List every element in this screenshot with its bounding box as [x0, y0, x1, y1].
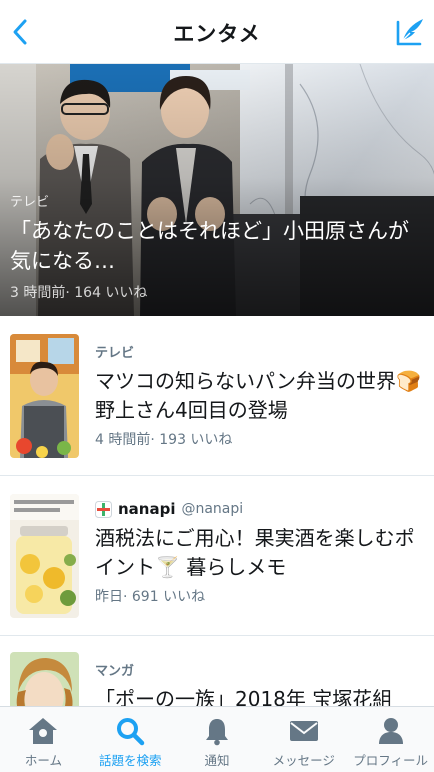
bottom-tab-bar: ホーム 話題を検索 通知 メッセージ プロフィール	[0, 706, 434, 772]
tab-label: 話題を検索	[98, 753, 162, 768]
source-name: nanapi	[118, 500, 176, 518]
top-navigation-bar: エンタメ	[0, 0, 434, 64]
featured-story-meta: 3 時間前· 164 いいね	[10, 285, 148, 301]
nanapi-logo-icon	[95, 500, 112, 518]
featured-story-headline[interactable]: 「あなたのことはそれほど」小田原さんが気になる…	[10, 216, 420, 276]
story-category: テレビ	[95, 346, 135, 361]
source-handle: @nanapi	[181, 501, 244, 517]
story-category: マンガ	[95, 664, 135, 679]
tab-profile[interactable]: プロフィール	[347, 707, 434, 772]
story-thumbnail-bread-lunch	[10, 334, 79, 458]
tab-explore[interactable]: 話題を検索	[87, 707, 174, 772]
tab-messages[interactable]: メッセージ	[260, 707, 347, 772]
tab-label: メッセージ	[272, 753, 335, 768]
story-list-item[interactable]: nanapi @nanapi 酒税法にご用心！果実酒を楽しむポイント🍸 暮らしメ…	[0, 476, 434, 636]
tab-home[interactable]: ホーム	[0, 707, 87, 772]
compose-feather-icon	[396, 19, 423, 46]
story-list-item-body: nanapi @nanapi 酒税法にご用心！果実酒を楽しむポイント🍸 暮らしメ…	[95, 500, 422, 606]
tab-label: ホーム	[24, 753, 62, 768]
tab-label: プロフィール	[353, 753, 428, 768]
page-title: エンタメ	[173, 22, 261, 46]
story-list-item[interactable]: マンガ 「ポーの一族」2018年 宝塚花組	[0, 636, 434, 716]
envelope-icon	[287, 716, 321, 746]
story-list-item[interactable]: テレビ マツコの知らないパン弁当の世界🍞 野上さん4回目の登場 4 時間前· 1…	[0, 316, 434, 476]
story-list-item-body: テレビ マツコの知らないパン弁当の世界🍞 野上さん4回目の登場 4 時間前· 1…	[95, 342, 422, 449]
story-headline[interactable]: マツコの知らないパン弁当の世界🍞 野上さん4回目の登場	[95, 367, 422, 425]
story-headline[interactable]: 酒税法にご用心！果実酒を楽しむポイント🍸 暮らしメモ	[95, 524, 422, 582]
story-meta: 昨日· 691 いいね	[95, 589, 206, 605]
featured-story-text: テレビ 「あなたのことはそれほど」小田原さんが気になる… 3 時間前· 164 …	[10, 191, 420, 302]
featured-story-category: テレビ	[10, 195, 50, 210]
compose-tweet-button[interactable]	[390, 12, 430, 52]
person-icon	[374, 716, 408, 746]
featured-story-card[interactable]: テレビ 「あなたのことはそれほど」小田原さんが気になる… 3 時間前· 164 …	[0, 64, 434, 316]
bell-icon	[200, 716, 234, 746]
home-icon	[26, 716, 60, 746]
search-icon	[113, 716, 147, 746]
tab-label: 通知	[204, 753, 230, 768]
story-thumbnail-fruit-liquor	[10, 494, 79, 618]
tab-notifications[interactable]: 通知	[174, 707, 261, 772]
story-meta: 4 時間前· 193 いいね	[95, 432, 233, 448]
story-source[interactable]: nanapi @nanapi	[95, 500, 422, 518]
